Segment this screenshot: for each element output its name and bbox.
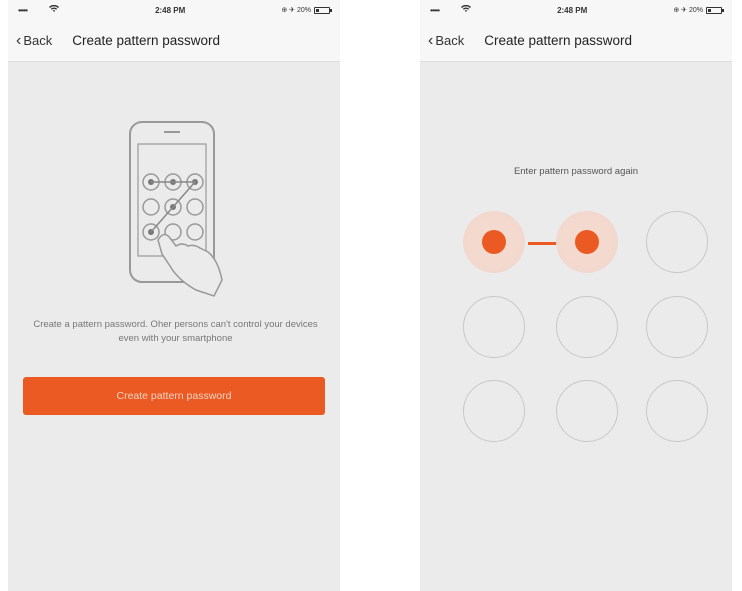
pattern-node-7[interactable] (463, 380, 525, 442)
chevron-left-icon: ‹ (428, 31, 434, 49)
pattern-dot (575, 230, 599, 254)
back-button[interactable]: ‹ Back (428, 31, 465, 49)
signal-icon: ••••• (430, 5, 440, 15)
pattern-dot (482, 230, 506, 254)
wifi-icon (49, 4, 60, 15)
page-title: Create pattern password (484, 33, 633, 48)
back-button[interactable]: ‹ Back (16, 31, 53, 49)
pattern-node-8[interactable] (556, 380, 618, 442)
intro-description: Create a pattern password. Oher persons … (33, 319, 318, 344)
navigation-bar: ‹ Back Create pattern password (420, 20, 732, 62)
pattern-prompt: Enter pattern password again (513, 166, 639, 177)
create-pattern-password-button[interactable]: Create pattern password (23, 377, 325, 415)
status-indicators: ⊕ ✈ 20% (673, 7, 703, 14)
status-bar: ••••• 2:48 PM ⊕ ✈ 20% (8, 0, 340, 20)
pattern-node-4[interactable] (463, 296, 525, 358)
pattern-node-9[interactable] (646, 380, 708, 442)
confirm-pattern-screen: ••••• 2:48 PM ⊕ ✈ 20% ‹ Back Create patt… (420, 0, 732, 591)
battery-icon (705, 6, 724, 14)
pattern-connector-line (528, 242, 558, 245)
status-time: 2:48 PM (155, 5, 186, 15)
status-indicators: ⊕ ✈ 20% (281, 7, 311, 14)
pattern-node-3[interactable] (646, 211, 708, 273)
navigation-bar: ‹ Back Create pattern password (8, 20, 340, 62)
status-time: 2:48 PM (557, 5, 588, 15)
signal-icon: ••••• (18, 5, 28, 15)
chevron-left-icon: ‹ (16, 31, 22, 49)
pattern-node-6[interactable] (646, 296, 708, 358)
status-bar: ••••• 2:48 PM ⊕ ✈ 20% (420, 0, 732, 20)
back-label: Back (435, 33, 465, 48)
pattern-node-2[interactable] (556, 211, 618, 273)
wifi-icon (461, 4, 472, 15)
battery-icon (313, 6, 332, 14)
page-title: Create pattern password (72, 33, 221, 48)
back-label: Back (23, 33, 53, 48)
pattern-node-1[interactable] (463, 211, 525, 273)
phone-pattern-illustration-icon (129, 121, 223, 297)
pattern-node-5[interactable] (556, 296, 618, 358)
create-pattern-intro-screen: ••••• 2:48 PM ⊕ ✈ 20% ‹ Back Create patt… (8, 0, 340, 591)
